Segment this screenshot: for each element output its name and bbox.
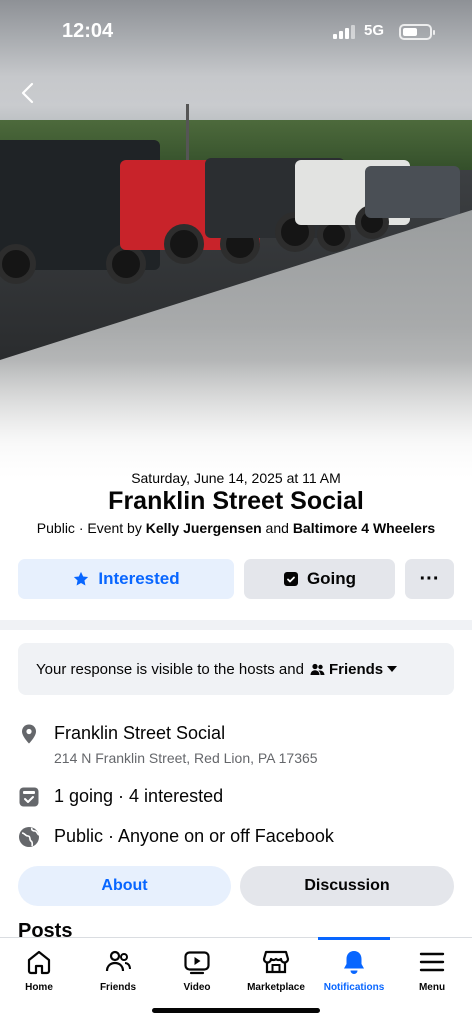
caret-down-icon [387, 666, 398, 672]
event-byline: Public · Event by Kelly Juergensen and B… [36, 520, 436, 536]
friends-icon [105, 950, 131, 972]
nav-video[interactable]: Video [157, 948, 237, 993]
nav-home[interactable]: Home [0, 948, 79, 993]
host-link-2[interactable]: Baltimore 4 Wheelers [293, 520, 435, 536]
audience-selector[interactable]: Friends [310, 661, 398, 678]
bell-icon [344, 951, 364, 974]
attendance-count: 1 going · 4 interested [54, 786, 224, 806]
location-address: 214 N Franklin Street, Red Lion, PA 1736… [54, 750, 318, 766]
privacy-row: Public · Anyone on or off Facebook [18, 826, 334, 848]
signal-icon [333, 25, 355, 39]
active-tab-indicator [318, 937, 390, 940]
home-indicator[interactable] [152, 1008, 320, 1013]
utility-pole [186, 104, 189, 160]
network-label: 5G [364, 22, 385, 39]
star-icon [74, 571, 89, 586]
event-title: Franklin Street Social [108, 487, 364, 515]
privacy-text: Public · Anyone on or off Facebook [54, 826, 334, 846]
home-icon [27, 950, 51, 975]
back-arrow-icon[interactable] [16, 80, 42, 106]
section-divider [0, 620, 472, 630]
nav-notifications[interactable]: Notifications [314, 948, 394, 993]
far-jeeps [365, 166, 460, 218]
event-cover-photo[interactable]: 12:04 5G [0, 0, 472, 480]
friends-icon [310, 663, 325, 675]
calendar-check-icon [19, 787, 39, 807]
tab-about[interactable]: About [18, 866, 231, 906]
status-time: 12:04 [62, 20, 114, 42]
tab-discussion[interactable]: Discussion [240, 866, 454, 906]
nav-marketplace[interactable]: Marketplace [236, 948, 316, 993]
battery-icon [399, 24, 435, 40]
status-bar: 12:04 5G [0, 0, 472, 62]
location-row[interactable]: Franklin Street Social 214 N Franklin St… [18, 723, 318, 766]
video-icon [184, 951, 210, 975]
attendance-row[interactable]: 1 going · 4 interested [18, 786, 223, 808]
going-button[interactable]: Going [244, 559, 395, 599]
more-icon: ··· [419, 567, 440, 590]
menu-icon [419, 952, 445, 972]
calendar-check-icon [283, 572, 298, 586]
more-options-button[interactable]: ··· [405, 559, 454, 599]
event-date: Saturday, June 14, 2025 at 11 AM [131, 470, 341, 486]
location-pin-icon [22, 724, 36, 744]
marketplace-icon [262, 950, 290, 974]
globe-icon [19, 827, 40, 847]
location-name: Franklin Street Social [54, 723, 226, 743]
interested-button[interactable]: Interested [18, 559, 234, 599]
nav-friends[interactable]: Friends [78, 948, 158, 993]
response-visibility-notice: Your response is visible to the hosts an… [18, 643, 454, 695]
nav-menu[interactable]: Menu [392, 948, 472, 993]
host-link-1[interactable]: Kelly Juergensen [146, 520, 262, 536]
